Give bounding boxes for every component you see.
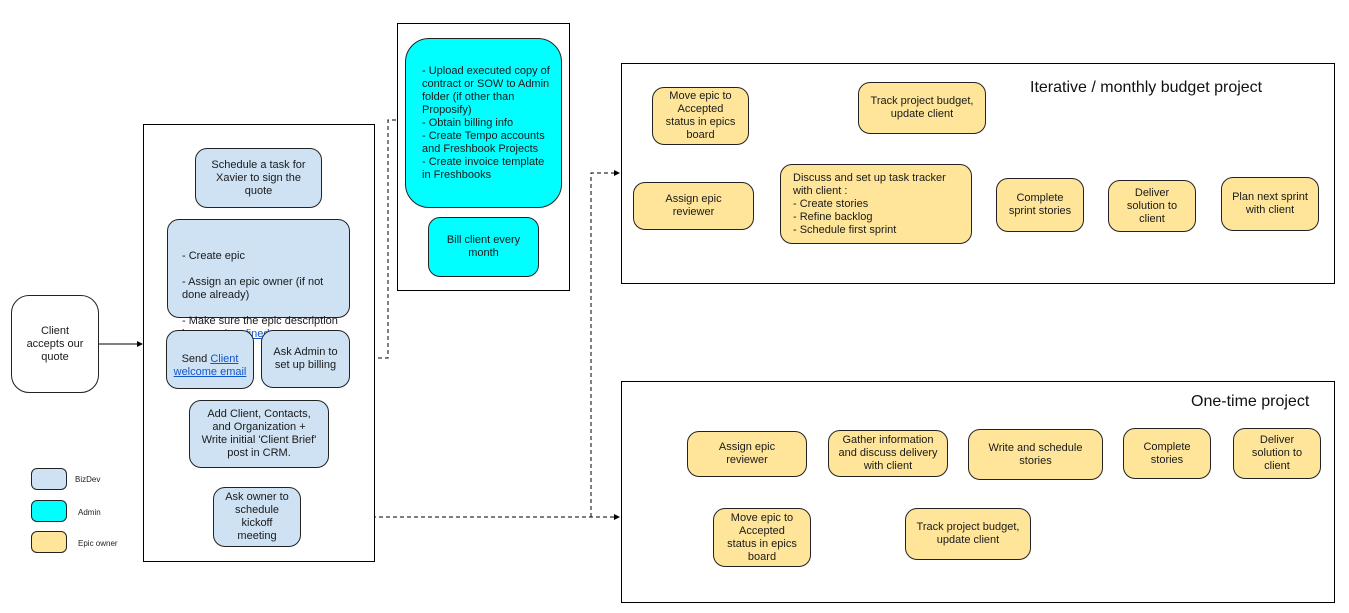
legend-swatch-admin bbox=[31, 500, 67, 522]
node-schedule-task[interactable]: Schedule a task for Xavier to sign the q… bbox=[195, 148, 322, 208]
onetime-project-panel bbox=[621, 381, 1335, 603]
onetime-node-assign-reviewer[interactable]: Assign epic reviewer bbox=[687, 431, 807, 477]
onetime-node-move-epic[interactable]: Move epic to Accepted status in epics bo… bbox=[713, 508, 811, 567]
onetime-node-track-budget[interactable]: Track project budget, update client bbox=[905, 508, 1031, 560]
iter-node-complete-sprint[interactable]: Complete sprint stories bbox=[996, 178, 1084, 232]
iter-node-discuss-tracker[interactable]: Discuss and set up task tracker with cli… bbox=[780, 164, 972, 244]
iter-node-plan-next-sprint[interactable]: Plan next sprint with client bbox=[1221, 177, 1319, 231]
send-email-prefix: Send bbox=[181, 353, 211, 365]
iter-node-track-budget[interactable]: Track project budget, update client bbox=[858, 82, 986, 134]
iter-node-move-epic[interactable]: Move epic to Accepted status in epics bo… bbox=[652, 87, 749, 145]
node-ask-owner-kickoff[interactable]: Ask owner to schedule kickoff meeting bbox=[213, 487, 301, 547]
onetime-node-write-stories[interactable]: Write and schedule stories bbox=[968, 429, 1103, 480]
node-create-epic[interactable]: - Create epic - Assign an epic owner (if… bbox=[167, 219, 350, 340]
legend-label-epic-owner: Epic owner bbox=[78, 539, 118, 548]
node-add-client-crm[interactable]: Add Client, Contacts, and Organization +… bbox=[189, 400, 329, 468]
onetime-node-complete-stories[interactable]: Complete stories bbox=[1123, 428, 1211, 479]
node-ask-admin-billing[interactable]: Ask Admin to set up billing bbox=[261, 330, 350, 388]
iter-node-deliver-solution[interactable]: Deliver solution to client bbox=[1108, 180, 1196, 232]
iterative-panel-title: Iterative / monthly budget project bbox=[1030, 79, 1263, 96]
node-send-welcome-email[interactable]: Send Client welcome email bbox=[166, 330, 254, 389]
onetime-panel-title: One-time project bbox=[1191, 393, 1310, 410]
legend-swatch-epic-owner bbox=[31, 531, 67, 553]
legend-label-admin: Admin bbox=[78, 508, 101, 517]
start-node-client-accepts[interactable]: Client accepts our quote bbox=[11, 295, 99, 393]
node-bill-client-monthly[interactable]: Bill client every month bbox=[428, 217, 539, 277]
onetime-node-deliver-solution[interactable]: Deliver solution to client bbox=[1233, 428, 1321, 479]
onetime-node-gather-info[interactable]: Gather information and discuss delivery … bbox=[828, 430, 948, 477]
legend-swatch-bizdev bbox=[31, 468, 67, 490]
create-epic-line1: - Create epic bbox=[182, 250, 245, 262]
iter-node-assign-reviewer[interactable]: Assign epic reviewer bbox=[633, 182, 754, 230]
node-admin-setup-tasks[interactable]: - Upload executed copy of contract or SO… bbox=[405, 38, 562, 208]
legend-label-bizdev: BizDev bbox=[75, 475, 101, 484]
create-epic-line2: - Assign an epic owner (if not done alre… bbox=[182, 276, 324, 301]
arrow-kickoff-to-iterative bbox=[590, 170, 620, 517]
